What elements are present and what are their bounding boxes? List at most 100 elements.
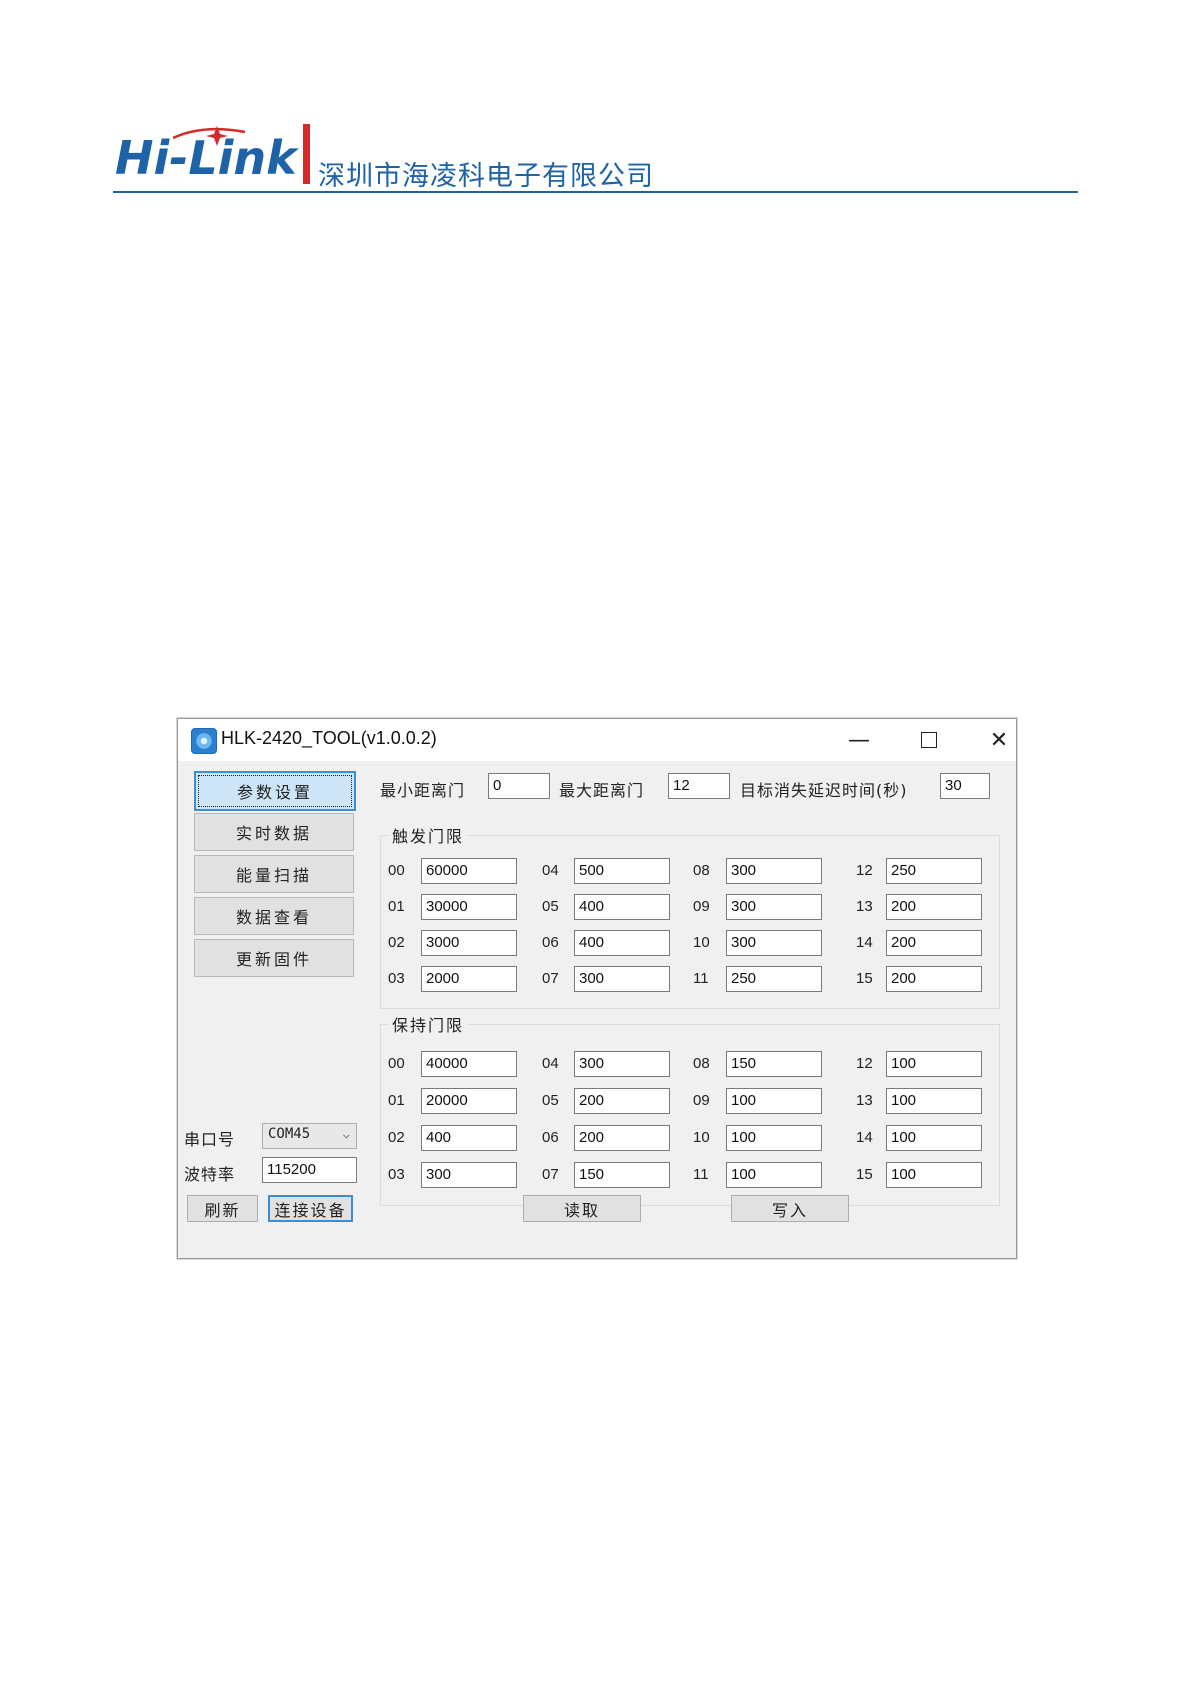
- trigger-gate-index: 06: [542, 934, 559, 951]
- hold-gate-index: 05: [542, 1092, 559, 1109]
- hold-gate-input[interactable]: 100: [886, 1125, 982, 1151]
- trigger-gate-index: 00: [388, 862, 405, 879]
- hold-gate-index: 15: [856, 1166, 873, 1183]
- trigger-gate-input[interactable]: 200: [886, 966, 982, 992]
- hold-gate-index: 01: [388, 1092, 405, 1109]
- trigger-gate-index: 10: [693, 934, 710, 951]
- trigger-gate-input[interactable]: 60000: [421, 858, 517, 884]
- trigger-gate-input[interactable]: 400: [574, 894, 670, 920]
- hold-gate-index: 07: [542, 1166, 559, 1183]
- hold-gate-input[interactable]: 200: [574, 1125, 670, 1151]
- target-delay-input[interactable]: 30: [940, 773, 990, 799]
- hold-gate-index: 13: [856, 1092, 873, 1109]
- hold-gate-index: 06: [542, 1129, 559, 1146]
- hold-gate-index: 02: [388, 1129, 405, 1146]
- trigger-gate-input[interactable]: 250: [886, 858, 982, 884]
- serial-port-value: COM45: [268, 1126, 311, 1142]
- header-divider-bar: [303, 124, 310, 184]
- read-button[interactable]: 读取: [523, 1195, 641, 1222]
- nav-param-settings-button[interactable]: 参数设置: [194, 771, 356, 811]
- trigger-gate-input[interactable]: 30000: [421, 894, 517, 920]
- trigger-gate-index: 11: [693, 970, 709, 987]
- trigger-gate-index: 08: [693, 862, 710, 879]
- trigger-gate-input[interactable]: 300: [726, 858, 822, 884]
- min-gate-input[interactable]: 0: [488, 773, 550, 799]
- refresh-button[interactable]: 刷新: [187, 1195, 258, 1222]
- trigger-gate-input[interactable]: 200: [886, 894, 982, 920]
- hold-gate-index: 14: [856, 1129, 873, 1146]
- trigger-gate-index: 02: [388, 934, 405, 951]
- hi-link-logo: Hi-Link: [115, 126, 299, 185]
- header-rule: [113, 191, 1078, 193]
- trigger-gate-index: 05: [542, 898, 559, 915]
- hold-gate-index: 11: [693, 1166, 709, 1183]
- baud-rate-input[interactable]: 115200: [262, 1157, 357, 1183]
- hold-gate-input[interactable]: 300: [574, 1051, 670, 1077]
- trigger-gate-input[interactable]: 300: [574, 966, 670, 992]
- hold-gate-input[interactable]: 100: [726, 1162, 822, 1188]
- hold-gate-input[interactable]: 40000: [421, 1051, 517, 1077]
- trigger-gate-input[interactable]: 3000: [421, 930, 517, 956]
- hold-gate-input[interactable]: 200: [574, 1088, 670, 1114]
- hold-gate-index: 09: [693, 1092, 710, 1109]
- hold-gate-input[interactable]: 20000: [421, 1088, 517, 1114]
- connect-device-button[interactable]: 连接设备: [268, 1195, 353, 1222]
- hold-gate-input[interactable]: 150: [726, 1051, 822, 1077]
- trigger-gate-index: 12: [856, 862, 873, 879]
- hold-gate-index: 00: [388, 1055, 405, 1072]
- radar-app-icon: [191, 728, 217, 754]
- nav-update-firmware-button[interactable]: 更新固件: [194, 939, 354, 977]
- window-title: HLK-2420_TOOL(v1.0.0.2): [221, 728, 437, 748]
- svg-text:Hi-Link: Hi-Link: [115, 131, 299, 185]
- chevron-down-icon: ⌵: [342, 1127, 350, 1141]
- trigger-gate-input[interactable]: 2000: [421, 966, 517, 992]
- trigger-gate-index: 04: [542, 862, 559, 879]
- hold-gate-input[interactable]: 100: [886, 1051, 982, 1077]
- trigger-gate-input[interactable]: 500: [574, 858, 670, 884]
- hold-gate-input[interactable]: 400: [421, 1125, 517, 1151]
- hold-gate-index: 10: [693, 1129, 710, 1146]
- trigger-gate-input[interactable]: 250: [726, 966, 822, 992]
- trigger-gate-index: 07: [542, 970, 559, 987]
- min-gate-label: 最小距离门: [380, 781, 466, 800]
- trigger-threshold-title: 触发门限: [388, 823, 469, 847]
- hold-threshold-title: 保持门限: [388, 1012, 469, 1036]
- hold-gate-input[interactable]: 100: [726, 1088, 822, 1114]
- hold-gate-index: 03: [388, 1166, 405, 1183]
- serial-port-select[interactable]: COM45 ⌵: [262, 1123, 357, 1149]
- trigger-gate-input[interactable]: 400: [574, 930, 670, 956]
- nav-data-view-button[interactable]: 数据查看: [194, 897, 354, 935]
- app-window: HLK-2420_TOOL(v1.0.0.2) — ✕ 参数设置 实时数据 能量…: [177, 718, 1017, 1259]
- hold-gate-input[interactable]: 150: [574, 1162, 670, 1188]
- maximize-button[interactable]: [903, 724, 955, 756]
- trigger-gate-index: 14: [856, 934, 873, 951]
- max-gate-label: 最大距离门: [559, 781, 645, 800]
- max-gate-input[interactable]: 12: [668, 773, 730, 799]
- hold-gate-input[interactable]: 100: [886, 1088, 982, 1114]
- trigger-gate-index: 13: [856, 898, 873, 915]
- write-button[interactable]: 写入: [731, 1195, 849, 1222]
- trigger-gate-input[interactable]: 300: [726, 930, 822, 956]
- trigger-gate-index: 01: [388, 898, 405, 915]
- trigger-gate-index: 09: [693, 898, 710, 915]
- nav-realtime-data-button[interactable]: 实时数据: [194, 813, 354, 851]
- trigger-gate-index: 15: [856, 970, 873, 987]
- close-button[interactable]: ✕: [973, 724, 1025, 756]
- trigger-gate-input[interactable]: 300: [726, 894, 822, 920]
- hold-gate-input[interactable]: 300: [421, 1162, 517, 1188]
- hold-gate-input[interactable]: 100: [726, 1125, 822, 1151]
- company-name: 深圳市海凌科电子有限公司: [318, 161, 654, 192]
- title-bar[interactable]: HLK-2420_TOOL(v1.0.0.2) — ✕: [178, 719, 1016, 761]
- serial-port-label: 串口号: [184, 1130, 236, 1149]
- hold-gate-index: 08: [693, 1055, 710, 1072]
- maximize-icon: [921, 732, 937, 748]
- hold-gate-index: 04: [542, 1055, 559, 1072]
- minimize-button[interactable]: —: [833, 724, 885, 756]
- trigger-gate-input[interactable]: 200: [886, 930, 982, 956]
- nav-energy-scan-button[interactable]: 能量扫描: [194, 855, 354, 893]
- target-delay-label: 目标消失延迟时间(秒): [740, 781, 908, 800]
- trigger-gate-index: 03: [388, 970, 405, 987]
- hold-gate-index: 12: [856, 1055, 873, 1072]
- hold-gate-input[interactable]: 100: [886, 1162, 982, 1188]
- baud-rate-label: 波特率: [184, 1165, 236, 1184]
